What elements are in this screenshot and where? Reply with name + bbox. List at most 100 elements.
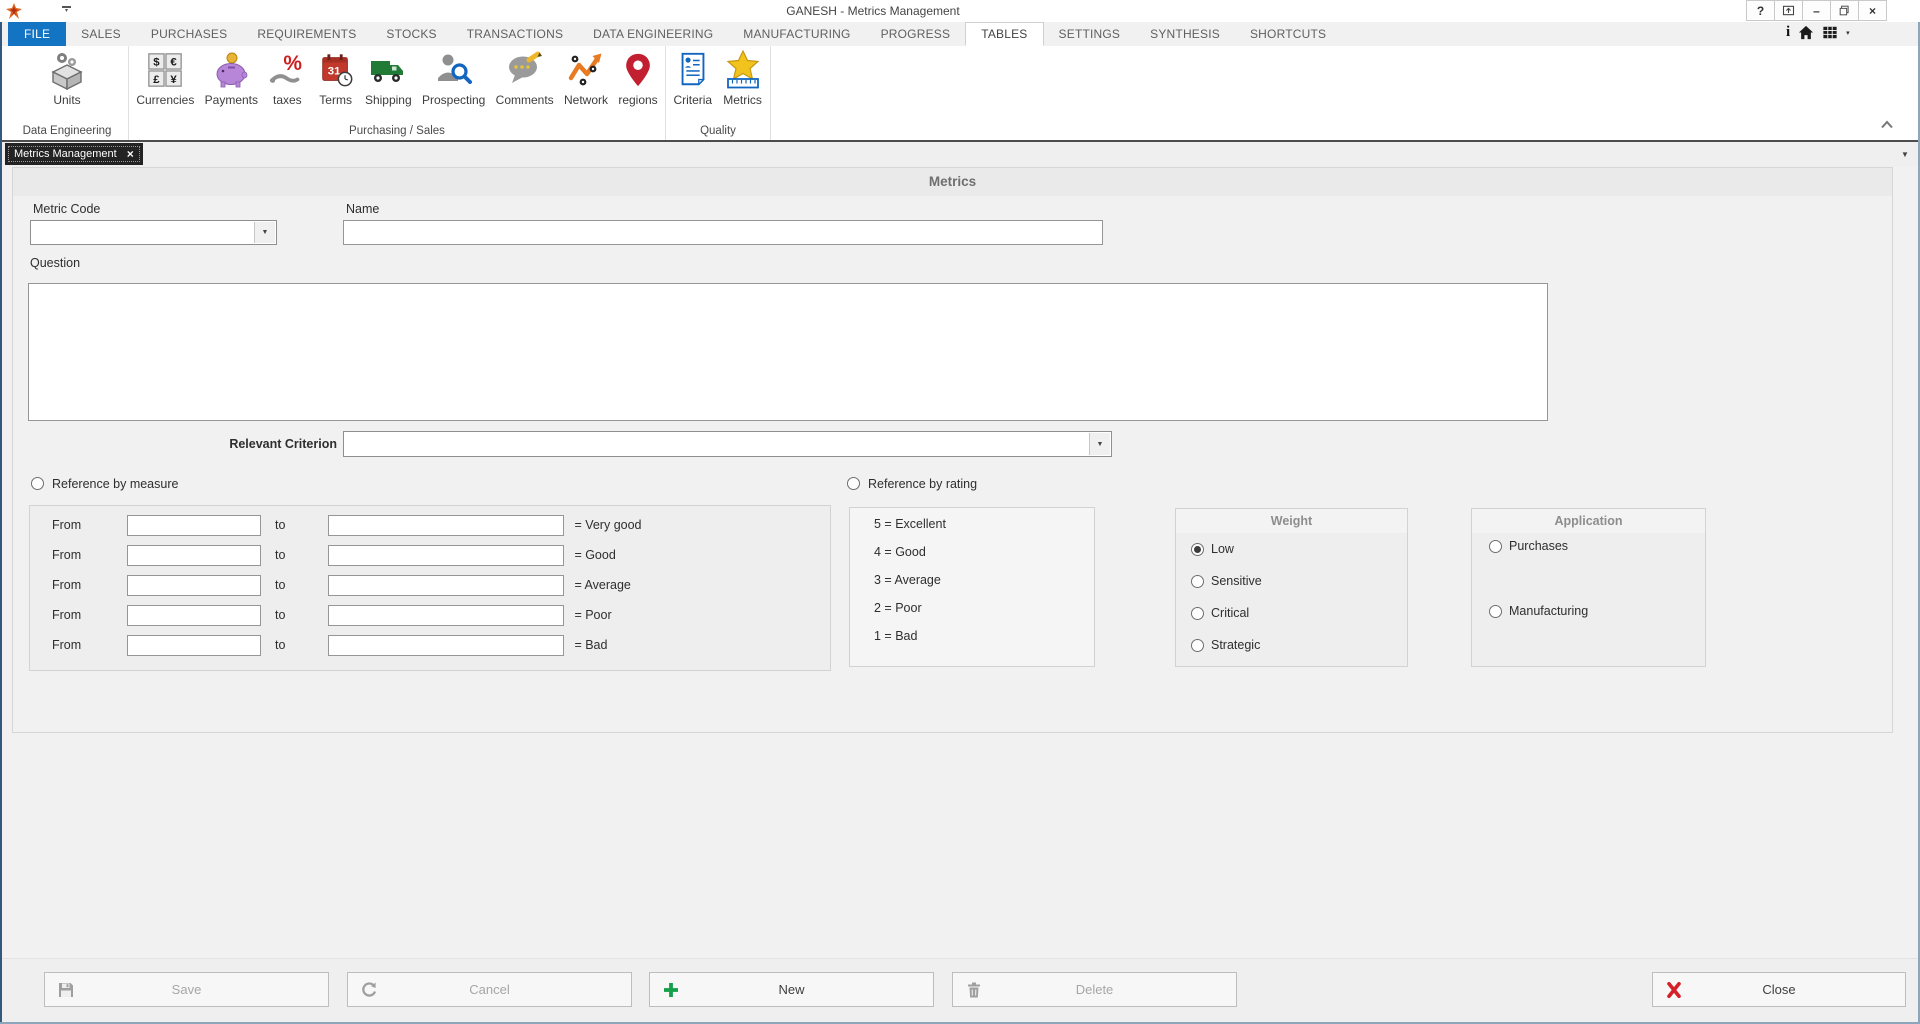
tab-shortcuts[interactable]: SHORTCUTS (1235, 22, 1341, 46)
close-tab-icon[interactable]: × (127, 147, 134, 161)
ribbon-pin-button[interactable] (1774, 0, 1803, 21)
metric-code-combobox[interactable]: ▼ (30, 220, 277, 245)
minimize-button[interactable]: – (1802, 0, 1831, 21)
home-icon[interactable] (1798, 25, 1814, 40)
reference-by-rating-label: Reference by rating (868, 477, 977, 491)
measure-to-input-3[interactable] (328, 575, 564, 596)
weight-option-sensitive[interactable]: Sensitive (1191, 572, 1262, 590)
help-button[interactable]: ? (1746, 0, 1775, 21)
radio-strategic[interactable] (1191, 639, 1204, 652)
tab-file[interactable]: FILE (8, 22, 66, 46)
tab-progress[interactable]: PROGRESS (866, 22, 966, 46)
measure-from-input-5[interactable] (127, 635, 261, 656)
calculator-dropdown-icon[interactable]: ▾ (1846, 29, 1850, 37)
document-tab-metrics-management[interactable]: Metrics Management × (5, 143, 143, 165)
tab-data-engineering[interactable]: DATA ENGINEERING (578, 22, 728, 46)
tab-requirements[interactable]: REQUIREMENTS (242, 22, 371, 46)
measure-from-input-3[interactable] (127, 575, 261, 596)
radio-manufacturing[interactable] (1489, 605, 1502, 618)
metrics-icon (723, 50, 763, 90)
ribbon-button-currencies[interactable]: $ € £ ¥ Currencies (133, 49, 197, 107)
application-option-purchases[interactable]: Purchases (1489, 537, 1568, 555)
new-button[interactable]: New (649, 972, 934, 1007)
collapse-ribbon-icon[interactable] (1880, 120, 1894, 129)
radio-sensitive[interactable] (1191, 575, 1204, 588)
to-label: to (275, 578, 285, 592)
quick-access-dropdown-icon[interactable]: ▾ (62, 6, 71, 15)
rating-scale-box: 5 = Excellent 4 = Good 3 = Average 2 = P… (849, 507, 1095, 667)
tab-sales[interactable]: SALES (66, 22, 136, 46)
ribbon-button-payments[interactable]: Payments (202, 49, 261, 107)
tab-stocks[interactable]: STOCKS (371, 22, 451, 46)
from-label: From (52, 518, 92, 532)
tab-tables[interactable]: TABLES (965, 22, 1043, 46)
ribbon-group-label: Data Engineering (6, 125, 128, 137)
equals-label: = Bad (574, 638, 607, 652)
weight-option-low[interactable]: Low (1191, 540, 1234, 558)
tab-settings[interactable]: SETTINGS (1044, 22, 1136, 46)
tab-strip-dropdown-icon[interactable]: ▼ (1901, 150, 1909, 159)
weight-option-critical[interactable]: Critical (1191, 604, 1249, 622)
from-label: From (52, 638, 92, 652)
delete-button[interactable]: Delete (952, 972, 1237, 1007)
close-x-icon (1665, 981, 1683, 999)
close-button[interactable]: Close (1652, 972, 1906, 1007)
ribbon-group-quality: Criteria Metrics Q (666, 46, 771, 140)
reference-by-rating-radio[interactable] (847, 477, 860, 490)
reference-by-measure-label: Reference by measure (52, 477, 178, 491)
radio-critical[interactable] (1191, 607, 1204, 620)
question-textarea[interactable] (28, 283, 1548, 421)
save-button[interactable]: Save (44, 972, 329, 1007)
radio-low[interactable] (1191, 543, 1204, 556)
ribbon-button-metrics[interactable]: Metrics (720, 49, 766, 107)
tab-synthesis[interactable]: SYNTHESIS (1135, 22, 1235, 46)
measure-row: From to = Average (52, 571, 631, 599)
ribbon-button-network[interactable]: Network (561, 49, 611, 107)
application-group-box: Application Purchases Manufacturing (1471, 508, 1706, 667)
metric-code-label: Metric Code (33, 202, 100, 216)
restore-button[interactable] (1830, 0, 1859, 21)
cancel-button[interactable]: Cancel (347, 972, 632, 1007)
measure-from-input-2[interactable] (127, 545, 261, 566)
tab-transactions[interactable]: TRANSACTIONS (452, 22, 578, 46)
ribbon-button-criteria[interactable]: Criteria (670, 49, 715, 107)
measure-to-input-5[interactable] (328, 635, 564, 656)
application-option-manufacturing[interactable]: Manufacturing (1489, 602, 1588, 620)
ribbon-button-comments[interactable]: Comments (493, 49, 557, 107)
radio-purchases[interactable] (1489, 540, 1502, 553)
ribbon-button-regions[interactable]: regions (615, 49, 660, 107)
ribbon-button-shipping[interactable]: Shipping (362, 49, 415, 107)
name-input[interactable] (343, 220, 1103, 245)
ribbon-button-units[interactable]: Units (44, 49, 90, 107)
weight-option-strategic[interactable]: Strategic (1191, 636, 1260, 654)
title-bar: ▾ GANESH - Metrics Management ? – × (0, 0, 1920, 22)
measure-to-input-4[interactable] (328, 605, 564, 626)
chevron-down-icon[interactable]: ▼ (254, 222, 275, 243)
to-label: to (275, 608, 285, 622)
measure-from-input-4[interactable] (127, 605, 261, 626)
info-icon[interactable]: i (1786, 25, 1790, 40)
measure-to-input-2[interactable] (328, 545, 564, 566)
tab-manufacturing[interactable]: MANUFACTURING (728, 22, 865, 46)
comments-icon (505, 50, 545, 90)
ribbon-button-taxes[interactable]: % taxes (265, 49, 309, 107)
measure-to-input-1[interactable] (328, 515, 564, 536)
chevron-down-icon[interactable]: ▼ (1089, 433, 1110, 455)
ribbon-button-terms[interactable]: 31 Terms (314, 49, 358, 107)
tab-purchases[interactable]: PURCHASES (136, 22, 242, 46)
app-logo-icon (6, 3, 22, 19)
measure-from-input-1[interactable] (127, 515, 261, 536)
svg-text:€: € (171, 57, 178, 69)
relevant-criterion-combobox[interactable]: ▼ (343, 431, 1112, 457)
reference-by-measure-radio[interactable] (31, 477, 44, 490)
document-tab-label: Metrics Management (14, 148, 117, 160)
from-label: From (52, 578, 92, 592)
calculator-icon[interactable] (1822, 25, 1838, 40)
terms-icon: 31 (317, 51, 355, 89)
save-icon (57, 981, 75, 999)
ribbon-button-prospecting[interactable]: Prospecting (419, 49, 488, 107)
close-window-button[interactable]: × (1858, 0, 1887, 21)
svg-text:£: £ (154, 74, 161, 86)
plus-icon (662, 981, 680, 999)
svg-text:$: $ (154, 57, 161, 69)
